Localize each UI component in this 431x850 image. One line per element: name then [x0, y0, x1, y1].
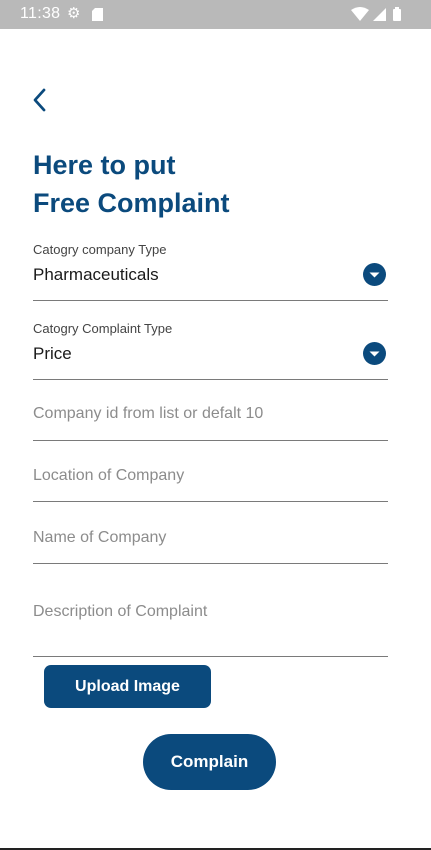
- company-type-dropdown[interactable]: Catogry company Type Pharmaceuticals: [33, 236, 388, 301]
- company-name-input[interactable]: [33, 529, 383, 547]
- description-field[interactable]: [33, 586, 388, 657]
- page-title: Here to put Free Complaint: [33, 146, 230, 222]
- wifi-icon: [351, 7, 369, 21]
- sd-card-icon: [92, 8, 103, 26]
- company-id-field[interactable]: [33, 392, 388, 441]
- page-title-line-2: Free Complaint: [33, 188, 230, 218]
- chevron-left-icon: [33, 88, 46, 112]
- status-icons: [351, 7, 411, 22]
- page-title-line-1: Here to put: [33, 150, 176, 180]
- location-field[interactable]: [33, 453, 388, 502]
- company-name-field[interactable]: [33, 514, 388, 564]
- description-input[interactable]: [33, 603, 383, 621]
- company-type-label: Catogry company Type: [33, 242, 167, 257]
- status-bar: 11:38 ⚙: [0, 0, 431, 29]
- company-id-input[interactable]: [33, 405, 383, 423]
- signal-icon: [373, 8, 386, 21]
- company-type-value: Pharmaceuticals: [33, 265, 159, 284]
- back-button[interactable]: [28, 86, 54, 114]
- complain-button[interactable]: Complain: [143, 734, 276, 790]
- battery-icon: [393, 7, 401, 21]
- upload-image-button[interactable]: Upload Image: [44, 665, 211, 708]
- status-time: 11:38: [20, 5, 61, 22]
- dropdown-arrow-icon[interactable]: [363, 342, 386, 365]
- location-input[interactable]: [33, 467, 383, 485]
- complaint-type-dropdown[interactable]: Catogry Complaint Type Price: [33, 315, 388, 380]
- gear-icon: ⚙: [67, 5, 81, 22]
- complaint-type-label: Catogry Complaint Type: [33, 321, 173, 336]
- dropdown-arrow-icon[interactable]: [363, 263, 386, 286]
- complaint-type-value: Price: [33, 344, 72, 363]
